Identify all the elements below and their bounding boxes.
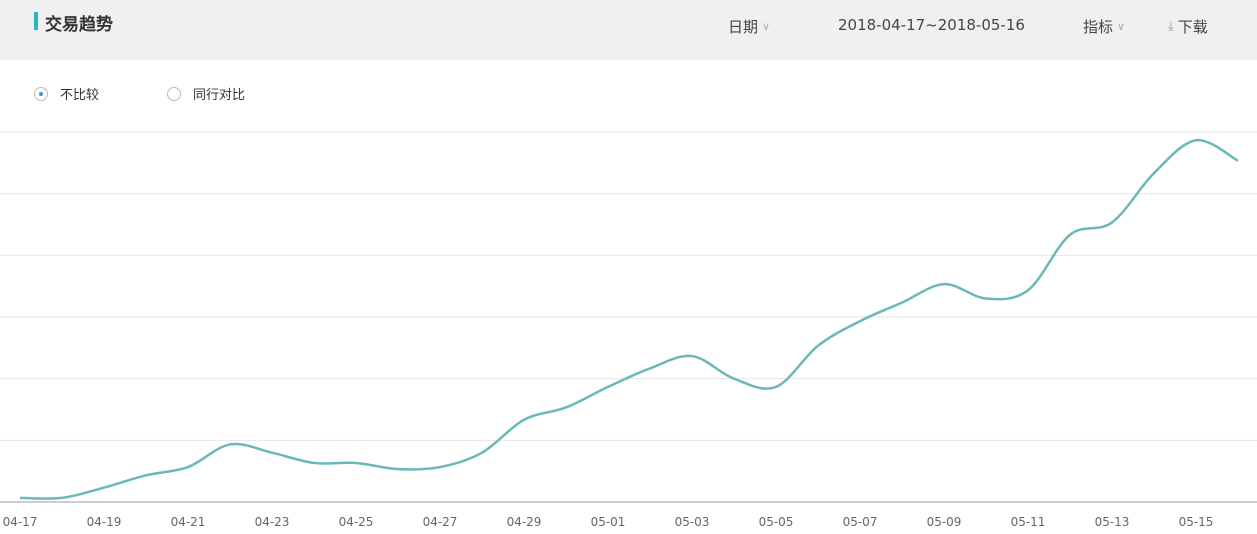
data-point-04-25[interactable] bbox=[353, 460, 359, 466]
data-point-05-02[interactable] bbox=[647, 365, 653, 371]
metric-dropdown[interactable]: 指标 ∨ bbox=[1083, 16, 1125, 37]
date-dropdown-label: 日期 bbox=[728, 18, 759, 36]
data-point-05-09[interactable] bbox=[941, 281, 947, 287]
data-point-04-23[interactable] bbox=[269, 450, 275, 456]
radio-industry-compare-label: 同行对比 bbox=[193, 88, 246, 103]
date-range-text: 2018-04-17~2018-05-16 bbox=[838, 16, 1025, 34]
page-title: 交易趋势 bbox=[45, 15, 113, 35]
x-tick-label: 05-03 bbox=[675, 515, 710, 529]
radio-industry-compare[interactable]: 同行对比 bbox=[167, 84, 245, 103]
x-tick-label: 05-07 bbox=[843, 515, 878, 529]
data-point-05-14[interactable] bbox=[1151, 170, 1157, 176]
data-point-04-30[interactable] bbox=[563, 404, 569, 410]
data-point-05-08[interactable] bbox=[899, 300, 905, 306]
download-label: 下载 bbox=[1177, 18, 1208, 36]
header: 交易趋势 日期 ∨ 2018-04-17~2018-05-16 指标 ∨ ⤓ 下… bbox=[0, 0, 1257, 60]
x-tick-label: 04-27 bbox=[423, 515, 458, 529]
x-tick-label: 05-11 bbox=[1011, 515, 1046, 529]
data-point-05-10[interactable] bbox=[983, 296, 989, 302]
download-button[interactable]: ⤓ 下载 bbox=[1168, 16, 1208, 37]
x-tick-label: 05-15 bbox=[1179, 515, 1214, 529]
data-point-04-19[interactable] bbox=[101, 485, 107, 491]
x-tick-label: 05-13 bbox=[1095, 515, 1130, 529]
radio-no-compare-label: 不比较 bbox=[60, 88, 100, 103]
data-point-04-17[interactable] bbox=[17, 495, 23, 501]
title-accent-bar bbox=[34, 12, 38, 30]
radio-unselected-icon bbox=[167, 86, 181, 101]
data-point-04-18[interactable] bbox=[59, 495, 65, 501]
x-tick-label: 05-05 bbox=[759, 515, 794, 529]
data-point-05-12[interactable] bbox=[1067, 232, 1073, 238]
x-tick-label: 04-19 bbox=[87, 515, 122, 529]
x-tick-label: 05-09 bbox=[927, 515, 962, 529]
chevron-down-icon: ∨ bbox=[762, 20, 771, 33]
data-point-05-06[interactable] bbox=[815, 343, 821, 349]
x-tick-label: 04-17 bbox=[3, 515, 38, 529]
x-tick-label: 04-25 bbox=[339, 515, 374, 529]
data-point-04-29[interactable] bbox=[521, 417, 527, 423]
trend-chart: 04-17 04-19 04-21 04-23 04-25 04-27 04-29 05-01… bbox=[0, 131, 1257, 529]
chevron-down-icon: ∨ bbox=[1117, 20, 1126, 33]
data-point-04-28[interactable] bbox=[479, 450, 485, 456]
data-point-05-04[interactable] bbox=[731, 376, 737, 382]
data-point-04-26[interactable] bbox=[395, 466, 401, 472]
x-tick-label: 04-21 bbox=[171, 515, 206, 529]
data-point-05-05[interactable] bbox=[773, 384, 779, 390]
data-point-05-13[interactable] bbox=[1109, 219, 1115, 225]
data-point-05-16[interactable] bbox=[1235, 158, 1241, 164]
data-point-05-07[interactable] bbox=[857, 318, 863, 324]
data-point-04-24[interactable] bbox=[311, 460, 317, 466]
metric-dropdown-label: 指标 bbox=[1083, 18, 1114, 36]
data-point-04-22[interactable] bbox=[227, 441, 233, 447]
x-tick-label: 04-23 bbox=[255, 515, 290, 529]
x-tick-label: 04-29 bbox=[507, 515, 542, 529]
download-icon: ⤓ bbox=[1168, 19, 1174, 34]
radio-no-compare[interactable]: 不比较 bbox=[34, 84, 99, 103]
radio-selected-icon bbox=[34, 86, 48, 101]
x-tick-label: 05-01 bbox=[591, 515, 626, 529]
data-point-05-01[interactable] bbox=[605, 384, 611, 390]
data-point-04-21[interactable] bbox=[185, 464, 191, 470]
data-point-05-03[interactable] bbox=[689, 353, 695, 359]
data-point-04-20[interactable] bbox=[143, 472, 149, 478]
data-point-05-15[interactable] bbox=[1193, 137, 1199, 143]
data-point-04-27[interactable] bbox=[437, 464, 443, 470]
data-point-05-11[interactable] bbox=[1025, 287, 1031, 293]
date-dropdown[interactable]: 日期 ∨ bbox=[728, 16, 770, 37]
date-range-picker[interactable]: 2018-04-17~2018-05-16 bbox=[838, 16, 1025, 34]
